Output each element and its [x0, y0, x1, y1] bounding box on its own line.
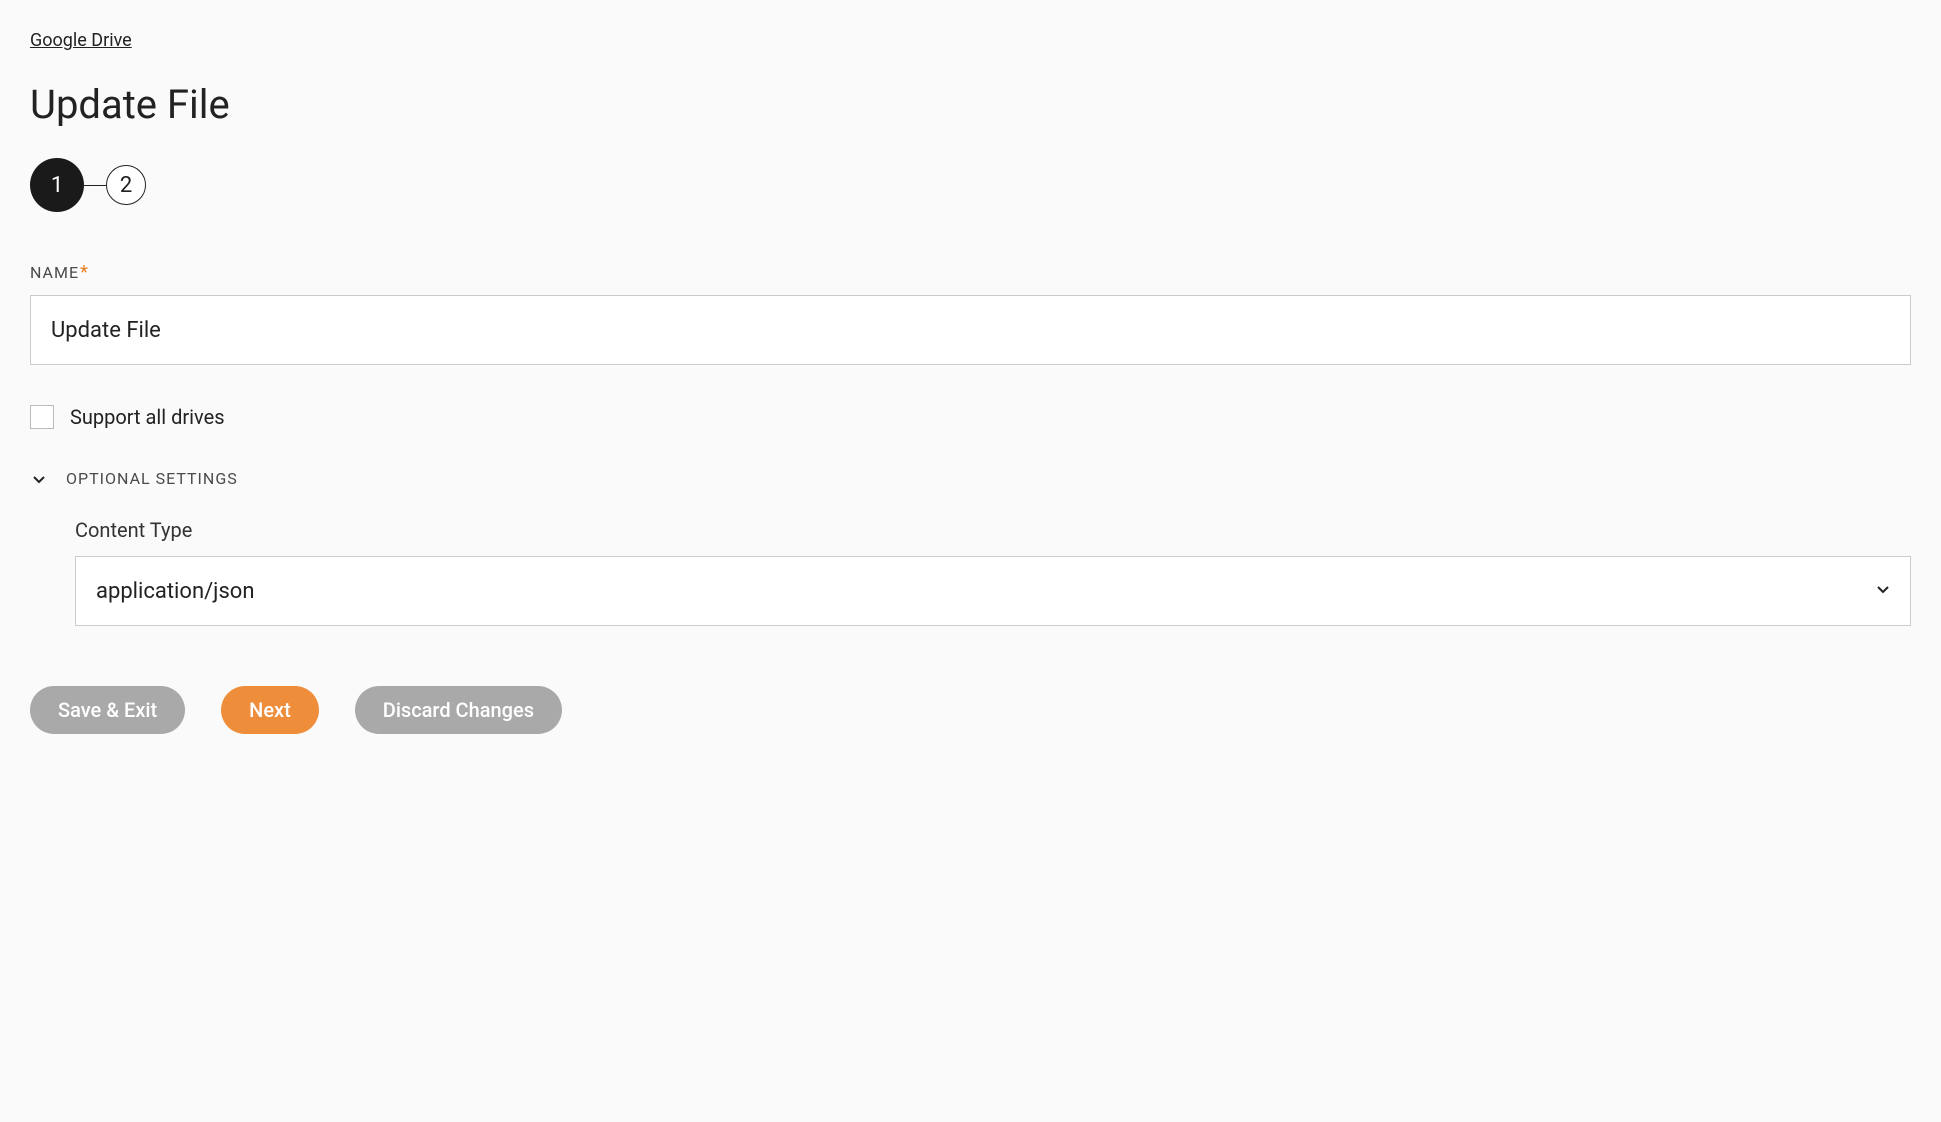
- step-2[interactable]: 2: [106, 165, 146, 205]
- content-type-value: application/json: [96, 579, 255, 604]
- stepper: 1 2: [30, 158, 1911, 212]
- content-type-label: Content Type: [75, 518, 1911, 542]
- step-1[interactable]: 1: [30, 158, 84, 212]
- required-star-icon: *: [80, 262, 89, 283]
- step-connector: [84, 185, 106, 186]
- name-label: NAME*: [30, 262, 1911, 283]
- discard-changes-button[interactable]: Discard Changes: [355, 686, 562, 734]
- name-label-text: NAME: [30, 263, 79, 282]
- name-input[interactable]: [30, 295, 1911, 365]
- button-row: Save & Exit Next Discard Changes: [30, 686, 1911, 734]
- optional-settings-section: Content Type application/json: [30, 518, 1911, 626]
- optional-settings-label: OPTIONAL SETTINGS: [66, 469, 238, 488]
- support-all-drives-label: Support all drives: [70, 405, 225, 429]
- support-all-drives-row: Support all drives: [30, 405, 1911, 429]
- breadcrumb-link[interactable]: Google Drive: [30, 30, 132, 51]
- support-all-drives-checkbox[interactable]: [30, 405, 54, 429]
- name-form-group: NAME*: [30, 262, 1911, 365]
- optional-settings-toggle[interactable]: OPTIONAL SETTINGS: [30, 469, 1911, 488]
- page-title: Update File: [30, 81, 1911, 128]
- save-exit-button[interactable]: Save & Exit: [30, 686, 185, 734]
- next-button[interactable]: Next: [221, 686, 319, 734]
- content-type-select[interactable]: application/json: [75, 556, 1911, 626]
- content-type-select-wrapper: application/json: [75, 556, 1911, 626]
- chevron-down-icon: [30, 470, 48, 488]
